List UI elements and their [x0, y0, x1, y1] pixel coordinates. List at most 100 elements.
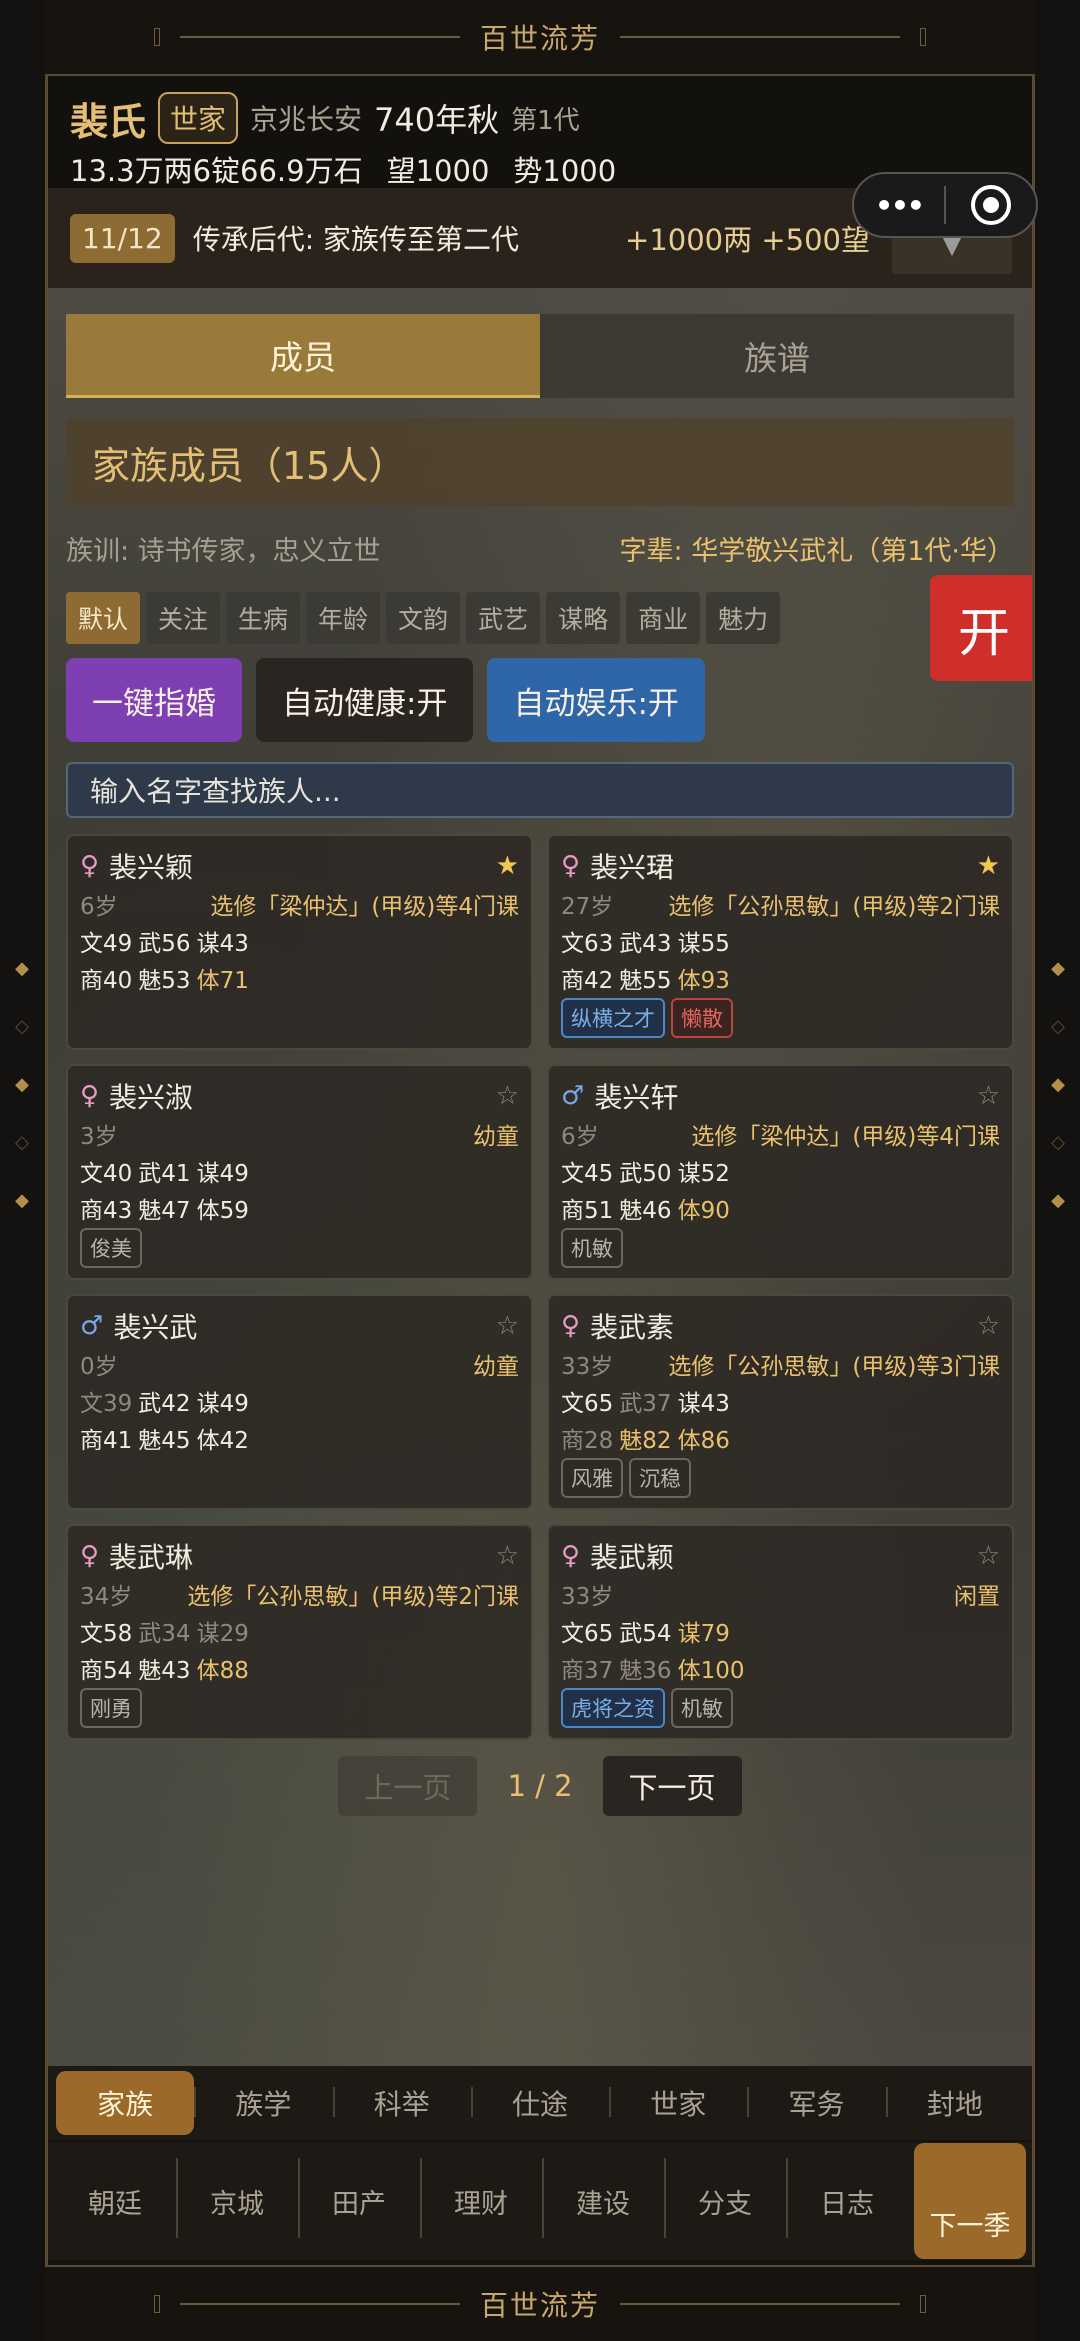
prestige: 望1000: [386, 154, 490, 188]
filter-age[interactable]: 年龄: [306, 592, 381, 644]
member-status: 选修「公孙思敏」(甲级)等2门课: [668, 894, 1000, 920]
nav-career[interactable]: 仕途: [470, 2083, 609, 2123]
trait-tags: 刚勇: [80, 1688, 519, 1728]
stat-literary: 文40: [80, 1160, 133, 1187]
stat-charm: 魅45: [138, 1427, 191, 1454]
star-icon[interactable]: ☆: [496, 1311, 519, 1341]
filter-charm[interactable]: 魅力: [706, 592, 781, 644]
nav-log[interactable]: 日志: [786, 2157, 908, 2238]
side-decoration-right: ◆ ◇ ◆ ◇ ◆: [1048, 960, 1068, 1210]
bottom-banner: 百世流芳: [45, 2265, 1035, 2341]
banner-rule: [620, 2303, 900, 2305]
star-icon[interactable]: ★: [496, 851, 519, 881]
trait-tag: 机敏: [561, 1228, 623, 1268]
quest-reward: +1000两 +500望: [625, 223, 870, 257]
trait-tags: 纵横之才 懒散: [561, 998, 1000, 1038]
stat-charm: 魅46: [619, 1197, 672, 1224]
member-card[interactable]: ♀ 裴武素 ☆ 33岁 选修「公孙思敏」(甲级)等3门课 文65 武37 谋43 商28 魅82 体…: [547, 1294, 1014, 1510]
star-icon[interactable]: ☆: [977, 1081, 1000, 1111]
filter-martial[interactable]: 武艺: [466, 592, 541, 644]
trait-tag: 刚勇: [80, 1688, 142, 1728]
nav-clan-school[interactable]: 族学: [194, 2083, 332, 2123]
stat-business: 商51: [561, 1197, 614, 1224]
stat-business: 商37: [561, 1657, 614, 1684]
nav-finance[interactable]: 理财: [420, 2157, 542, 2238]
trait-tag: 沉稳: [629, 1458, 691, 1498]
more-button[interactable]: •••: [854, 174, 944, 236]
banner-cap-icon: [920, 28, 926, 46]
filter-default[interactable]: 默认: [66, 592, 141, 644]
diamond-outline-icon: ◇: [15, 1016, 29, 1037]
nav-fief[interactable]: 封地: [885, 2083, 1024, 2123]
next-page-button[interactable]: 下一页: [602, 1756, 742, 1816]
stat-martial: 武34: [138, 1620, 191, 1647]
stat-literary: 文65: [561, 1390, 614, 1417]
stat-martial: 武43: [619, 930, 672, 957]
top-banner: 百世流芳: [45, 0, 1035, 76]
member-card[interactable]: ♀ 裴兴颖 ★ 6岁 选修「梁仲达」(甲级)等4门课 文49 武56 谋43 商40 魅53 体71: [66, 834, 533, 1050]
next-season-button[interactable]: 下一季: [914, 2143, 1026, 2259]
motto-row: 族训: 诗书传家，忠义立世 字辈: 华学敬兴武礼（第1代·华）: [66, 524, 1014, 572]
frame-right: [1032, 0, 1035, 2341]
auto-entertainment-toggle[interactable]: 自动娱乐:开: [487, 658, 705, 742]
target-icon: [971, 185, 1011, 225]
star-icon[interactable]: ☆: [496, 1081, 519, 1111]
member-card[interactable]: ♂ 裴兴武 ☆ 0岁 幼童 文39 武42 谋49 商41 魅45 体42: [66, 1294, 533, 1510]
member-card[interactable]: ♀ 裴武琳 ☆ 34岁 选修「公孙思敏」(甲级)等2门课 文58 武34 谋29 商54 魅43 体…: [66, 1524, 533, 1740]
trait-tag: 俊美: [80, 1228, 142, 1268]
stat-health: 体42: [196, 1427, 249, 1454]
nav-branch[interactable]: 分支: [664, 2157, 786, 2238]
star-icon[interactable]: ☆: [496, 1541, 519, 1571]
stat-business: 商40: [80, 967, 133, 994]
member-card[interactable]: ♀ 裴兴珺 ★ 27岁 选修「公孙思敏」(甲级)等2门课 文63 武43 谋55 商42 魅55 体…: [547, 834, 1014, 1050]
filter-literary[interactable]: 文韵: [386, 592, 461, 644]
generation-names: 字辈: 华学敬兴武礼（第1代·华）: [619, 535, 1014, 567]
star-icon[interactable]: ☆: [977, 1311, 1000, 1341]
nav-court[interactable]: 朝廷: [54, 2182, 176, 2221]
filter-sick[interactable]: 生病: [226, 592, 301, 644]
member-age: 27岁: [561, 894, 614, 920]
auto-health-toggle[interactable]: 自动健康:开: [256, 658, 474, 742]
search-input[interactable]: 输入名字查找族人...: [66, 762, 1014, 818]
nav-family[interactable]: 家族: [56, 2071, 195, 2135]
member-age: 33岁: [561, 1584, 614, 1610]
star-icon[interactable]: ★: [977, 851, 1000, 881]
trait-tags: 风雅 沉稳: [561, 1458, 1000, 1498]
trait-tag: 懒散: [671, 998, 733, 1038]
nav-capital[interactable]: 京城: [176, 2157, 298, 2238]
stat-martial: 武41: [138, 1160, 191, 1187]
prev-page-button[interactable]: 上一页: [338, 1756, 478, 1816]
stat-literary: 文39: [80, 1390, 133, 1417]
diamond-icon: ◆: [15, 958, 29, 979]
star-icon[interactable]: ☆: [977, 1541, 1000, 1571]
stat-health: 体90: [677, 1197, 730, 1224]
tab-genealogy[interactable]: 族谱: [540, 314, 1014, 398]
trait-tags: 俊美: [80, 1228, 519, 1268]
stat-martial: 武56: [138, 930, 191, 957]
tab-bar: 成员 族谱: [66, 314, 1014, 398]
member-status: 选修「公孙思敏」(甲级)等3门课: [668, 1354, 1000, 1380]
filter-strategy[interactable]: 谋略: [546, 592, 621, 644]
female-icon: ♀: [80, 1081, 100, 1111]
filter-follow[interactable]: 关注: [146, 592, 221, 644]
diamond-icon: ◆: [1051, 1074, 1065, 1095]
nav-noble-houses[interactable]: 世家: [609, 2083, 747, 2123]
member-card[interactable]: ♂ 裴兴轩 ☆ 6岁 选修「梁仲达」(甲级)等4门课 文45 武50 谋52 商51 魅46 体90…: [547, 1064, 1014, 1280]
open-button[interactable]: 开: [930, 575, 1032, 681]
auto-marriage-button[interactable]: 一键指婚: [66, 658, 242, 742]
filter-business[interactable]: 商业: [626, 592, 701, 644]
banner-cap-icon: [920, 2295, 926, 2313]
trait-tag: 机敏: [671, 1688, 733, 1728]
nav-farmland[interactable]: 田产: [298, 2157, 420, 2238]
close-miniprogram-button[interactable]: [946, 174, 1036, 236]
nav-military[interactable]: 军务: [747, 2083, 885, 2123]
trait-tags: 虎将之资 机敏: [561, 1688, 1000, 1728]
tab-members[interactable]: 成员: [66, 314, 540, 398]
banner-cap-icon: [153, 2295, 160, 2313]
stat-health: 体71: [196, 967, 249, 994]
nav-build[interactable]: 建设: [542, 2157, 664, 2238]
member-card[interactable]: ♀ 裴兴淑 ☆ 3岁 幼童 文40 武41 谋49 商43 魅47 体59 俊美: [66, 1064, 533, 1280]
nav-exam[interactable]: 科举: [332, 2083, 471, 2123]
member-card[interactable]: ♀ 裴武颖 ☆ 33岁 闲置 文65 武54 谋79 商37 魅36 体100 虎将之资 机敏: [547, 1524, 1014, 1740]
more-dots-icon: •••: [875, 188, 925, 222]
